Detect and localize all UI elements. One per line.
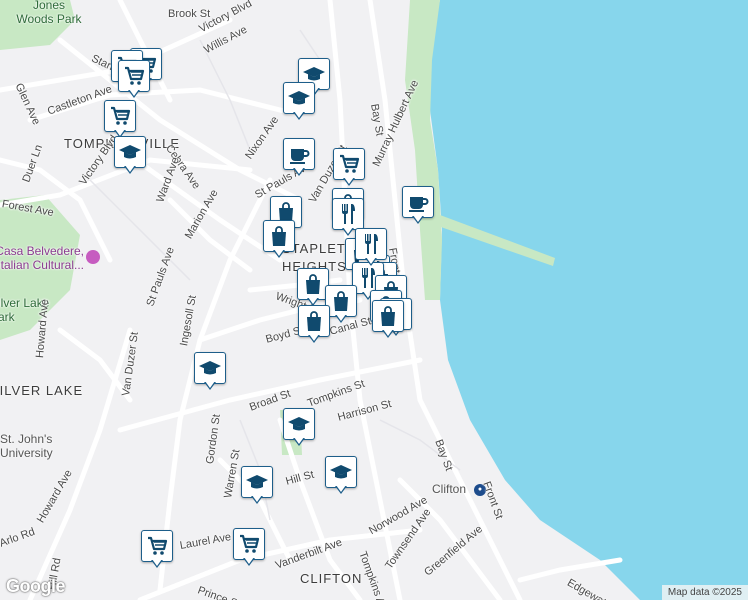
graduation-cap-icon (194, 352, 226, 384)
map-marker-shopping-bag-14[interactable] (263, 220, 295, 260)
graduation-cap-icon (283, 408, 315, 440)
map-marker-shopping-bag-17[interactable] (298, 305, 330, 345)
marker-pointer (293, 167, 305, 176)
coffee-cup-icon (283, 138, 315, 170)
marker-pointer (124, 165, 136, 174)
shopping-bag-icon (298, 305, 330, 337)
street-brook: Brook St (168, 8, 211, 20)
map-marker-cart-8[interactable] (333, 148, 365, 188)
map-marker-cart-3[interactable] (104, 100, 136, 140)
marker-pointer (342, 227, 354, 236)
marker-pointer (382, 329, 394, 338)
fork-knife-icon (355, 228, 387, 260)
graduation-cap-icon (283, 82, 315, 114)
marker-pointer (343, 177, 355, 186)
poi-st-johns-university[interactable]: St. John's University (0, 432, 70, 460)
map-marker-graduation-cap-5[interactable] (283, 82, 315, 122)
map-marker-fork-knife-13[interactable] (355, 228, 387, 268)
map-marker-shopping-bag-c7[interactable] (372, 300, 404, 340)
cart-icon (333, 148, 365, 180)
place-clifton: CLIFTON (300, 571, 363, 586)
graduation-cap-icon (114, 136, 146, 168)
map-marker-coffee-cup-7[interactable] (283, 138, 315, 178)
map-marker-coffee-cup-9[interactable] (402, 186, 434, 226)
map-marker-cart-2[interactable] (118, 60, 150, 100)
marker-pointer (308, 334, 320, 343)
marker-pointer (293, 111, 305, 120)
marker-pointer (273, 249, 285, 258)
graduation-cap-icon (241, 466, 273, 498)
shopping-bag-icon (263, 220, 295, 252)
google-logo: Google (6, 576, 66, 596)
map-marker-graduation-cap-21[interactable] (325, 456, 357, 496)
graduation-cap-icon (325, 456, 357, 488)
map-canvas[interactable]: TOMPKINSVILLE STAPLETON HEIGHTS SILVER L… (0, 0, 748, 600)
map-marker-graduation-cap-20[interactable] (241, 466, 273, 506)
poi-casa-belvedere[interactable]: Casa Belvedere, Italian Cultural... (0, 244, 84, 272)
marker-pointer (335, 314, 347, 323)
map-marker-graduation-cap-18[interactable] (194, 352, 226, 392)
map-marker-graduation-cap-19[interactable] (283, 408, 315, 448)
cart-icon (233, 528, 265, 560)
map-attribution[interactable]: Map data ©2025 (661, 585, 748, 600)
map-marker-cart-23[interactable] (233, 528, 265, 568)
marker-pointer (151, 559, 163, 568)
cart-icon (118, 60, 150, 92)
fork-knife-icon (332, 198, 364, 230)
marker-pointer (412, 215, 424, 224)
marker-pointer (128, 89, 140, 98)
cart-icon (104, 100, 136, 132)
marker-pointer (365, 257, 377, 266)
marker-pointer (243, 557, 255, 566)
place-silver-lake: SILVER LAKE (0, 383, 84, 398)
poi-clifton-station[interactable]: Clifton (432, 482, 466, 496)
park-jones-woods-label: Jones Woods Park (16, 0, 82, 26)
marker-pointer (204, 381, 216, 390)
marker-pointer (293, 437, 305, 446)
park-silver-lake-label: Silver Lake Park (0, 296, 50, 324)
camera-icon[interactable] (86, 250, 100, 264)
marker-pointer (335, 485, 347, 494)
marker-pointer (251, 495, 263, 504)
coffee-cup-icon (402, 186, 434, 218)
cart-icon (141, 530, 173, 562)
map-marker-graduation-cap-6[interactable] (114, 136, 146, 176)
shopping-bag-icon (372, 300, 404, 332)
map-marker-cart-22[interactable] (141, 530, 173, 570)
